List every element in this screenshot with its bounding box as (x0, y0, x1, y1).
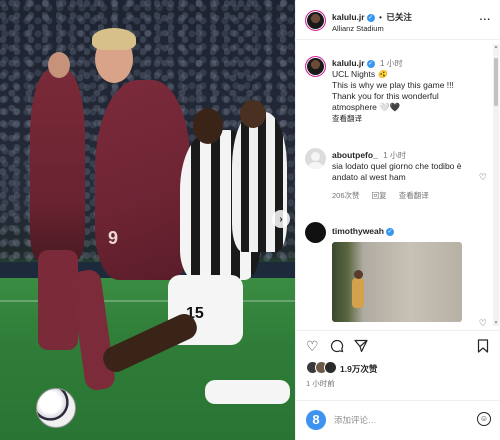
comment-text: sia lodato quel giorno che todibo è anda… (332, 161, 462, 182)
scroll-up-arrow-icon[interactable]: ▲ (493, 44, 499, 50)
player-second-striped (232, 112, 287, 252)
save-bookmark-icon[interactable] (477, 339, 489, 355)
default-avatar-body (308, 162, 323, 169)
verified-badge-icon: ✓ (366, 59, 375, 68)
post-header: kalulu.jr ✓ • 已关注 Allianz Stadium ... (296, 0, 500, 40)
caption-line: Thank you for this wonderful (332, 91, 439, 101)
player-background-left-head (48, 52, 70, 78)
author-avatar[interactable] (305, 10, 326, 31)
player-background-left-legs (38, 250, 78, 350)
caption-author-name[interactable]: kalulu.jr (332, 58, 365, 68)
verified-badge-icon: ✓ (385, 227, 394, 236)
scrollbar-thumb[interactable] (494, 58, 498, 106)
smiley-emoji-icon[interactable]: ☺ (477, 412, 491, 426)
share-send-icon[interactable] (354, 339, 368, 355)
comment-bubble-svg (330, 339, 344, 353)
comment-bubble-icon[interactable] (330, 339, 344, 355)
comments-scrollbar[interactable]: ▲ ▼ (493, 44, 499, 326)
video-figure (352, 278, 364, 308)
comment-likes-count[interactable]: 206次赞 (332, 191, 360, 200)
comment-meta: 206次赞 回复 查看翻译 (332, 190, 477, 201)
player-defender-head (193, 108, 223, 144)
player-striker-hair (92, 28, 136, 50)
scroll-down-arrow-icon[interactable]: ▼ (493, 320, 499, 326)
player-striker-torso (95, 80, 190, 280)
video-figure-head (354, 270, 363, 279)
comment-body: timothyweah ✓ (332, 226, 477, 237)
caption-translate-link[interactable]: 查看翻译 (332, 113, 477, 124)
more-options-icon[interactable]: ... (480, 12, 491, 23)
following-button[interactable]: 已关注 (386, 12, 412, 22)
caption-time: 1 小时 (379, 59, 403, 68)
caption-body: kalulu.jr ✓ 1 小时 UCL Nights 🫨 This is why… (332, 58, 477, 124)
like-heart-icon[interactable]: ♡ (306, 339, 319, 353)
caption-line: UCL Nights 🫨 (332, 69, 389, 79)
player-background-left (30, 70, 85, 260)
commenter-avatar[interactable] (305, 148, 326, 169)
player-second-head (240, 100, 266, 128)
location-link[interactable]: Allianz Stadium (332, 24, 384, 33)
comment-like-heart-icon[interactable]: ♡ (479, 172, 487, 183)
comment-body: aboutpefo_ 1 小时 sia lodato quel giorno c… (332, 150, 477, 201)
emoji-picker-icon[interactable]: 8 (306, 410, 326, 430)
verified-badge-icon: ✓ (366, 13, 375, 22)
post-photo[interactable]: 9 15 › (0, 0, 295, 440)
comment-reply-button[interactable]: 回复 (372, 191, 387, 200)
next-photo-arrow-icon[interactable]: › (272, 210, 290, 228)
commenter-username[interactable]: aboutpefo_ (332, 150, 378, 160)
author-username[interactable]: kalulu.jr (332, 12, 365, 22)
default-avatar-icon (311, 152, 320, 161)
comment-time: 1 小时 (383, 151, 406, 160)
liker-avatar (324, 361, 337, 374)
football (36, 388, 76, 428)
save-bookmark-svg (477, 339, 489, 353)
post-details-panel: kalulu.jr ✓ • 已关注 Allianz Stadium ... kal… (295, 0, 500, 440)
comment-translate-link[interactable]: 查看翻译 (399, 191, 429, 200)
comment-like-heart-icon[interactable]: ♡ (479, 318, 487, 326)
caption-line: This is why we play this game !!! (332, 80, 454, 90)
dot-separator: • (378, 12, 382, 22)
caption-line: atmosphere 🤍🖤 (332, 102, 401, 112)
commenter-avatar[interactable] (305, 222, 326, 243)
post-time-ago: 1 小时前 (306, 379, 335, 388)
striker-jersey-number: 9 (108, 228, 119, 248)
add-comment-bar: 8 添加评论… ☺ (296, 400, 500, 440)
author-line: kalulu.jr ✓ • 已关注 (332, 11, 412, 23)
add-comment-input[interactable]: 添加评论… (334, 414, 377, 426)
post-actions: ♡ 1.9万次赞 1 小时前 (296, 330, 500, 410)
commenter-username[interactable]: timothyweah (332, 226, 384, 236)
caption-author-avatar[interactable] (305, 56, 326, 77)
comment-video-thumbnail[interactable] (332, 242, 462, 322)
share-send-svg (354, 339, 368, 353)
likes-count[interactable]: 1.9万次赞 (340, 363, 377, 375)
player-defender-leg-right (205, 380, 290, 404)
comments-list: kalulu.jr ✓ 1 小时 UCL Nights 🫨 This is why… (296, 44, 493, 326)
